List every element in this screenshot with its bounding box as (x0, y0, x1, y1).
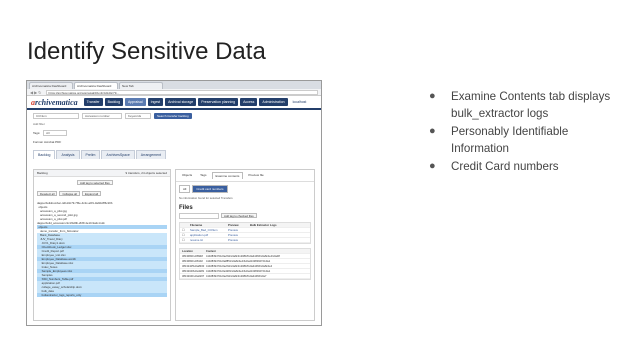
nav-backlog[interactable]: Backlog (104, 98, 124, 106)
files-table: Filename Preview Bulk Extractor Logs ☐ Sa… (179, 222, 311, 244)
nav-access[interactable]: Access (240, 98, 258, 106)
add-tag-checked-button[interactable]: Add tag to checked files (221, 213, 257, 218)
nav-transfer[interactable]: Transfer (83, 98, 103, 106)
browser-tab[interactable]: Archivematica Dashboard (29, 82, 73, 89)
tab-analysis[interactable]: Analysis (56, 150, 80, 159)
selection-count: 9 transfers, 24 objects selected (125, 171, 167, 175)
nav-arrows-icon[interactable]: ◀▶↻ (30, 90, 43, 95)
tags-select[interactable]: All (43, 130, 68, 136)
browser-tab[interactable]: New Tab (119, 82, 163, 89)
tab-tags[interactable]: Tags (197, 172, 209, 179)
files-filter-input[interactable] (179, 213, 219, 219)
examine-subtabs: All Credit card numbers (176, 182, 314, 196)
nav-administration[interactable]: Administration (259, 98, 288, 106)
bullet-item: ● Credit Card numbers (429, 160, 559, 173)
bullet-dot-icon: ● (429, 160, 436, 172)
add-tag-button[interactable]: Add tag to selected files (77, 180, 113, 185)
search-input[interactable]: CCNum (33, 113, 79, 119)
search-backlog-button[interactable]: Search transfer backlog (154, 113, 192, 119)
deselect-all-button[interactable]: Deselect all (37, 191, 58, 196)
details-tabs: Objects Tags Examine contents Preview fi… (176, 170, 314, 182)
tab-objects[interactable]: Objects (179, 172, 195, 179)
search-row: CCNum Accession number Keywords Search t… (27, 110, 321, 122)
backlog-title: Backlog (37, 171, 48, 175)
address-input[interactable]: https://archivematica.org/appraisal/#/un… (45, 89, 318, 95)
context-row: 38132041\x0a0207 4132839474\x0a2f11\x0a8c… (180, 274, 310, 279)
expand-all-button[interactable]: Expand all (81, 191, 101, 196)
slide-title: Identify Sensitive Data (27, 38, 266, 65)
tags-label: Tags: (33, 131, 41, 135)
row-checkbox[interactable]: ☐ (182, 238, 190, 243)
search-field-select[interactable]: Accession number (82, 113, 122, 119)
tags-row: Tags: All (27, 128, 321, 138)
backlog-tree: dapperbuildnumber-4d1d4c79-7f6e-4c2c-a0f… (34, 199, 170, 299)
bullet-dot-icon: ● (429, 125, 436, 137)
info-note: No information found for selected Transf… (179, 196, 233, 200)
filename-link[interactable]: resume.txt (190, 238, 228, 243)
nav-appraisal[interactable]: Appraisal (125, 98, 146, 106)
search-operator-select[interactable]: Keywords (125, 113, 151, 119)
tree-item[interactable]: bulkextractor_logs_reports_only (37, 293, 167, 297)
tab-backlog[interactable]: Backlog (33, 150, 56, 159)
format-label[interactable]: Format: Acrobat PDF (33, 140, 61, 144)
app-navbar: archivematica Transfer Backlog Appraisal… (27, 96, 321, 110)
details-pane: Objects Tags Examine contents Preview fi… (175, 169, 315, 321)
nav-archival-storage[interactable]: Archival storage (165, 98, 197, 106)
archivematica-logo[interactable]: archivematica (31, 98, 78, 107)
nav-preservation-planning[interactable]: Preservation planning (198, 98, 239, 106)
appraisal-tabs: Backlog Analysis Prelim ArchivesSpace Ar… (27, 146, 321, 159)
embedded-screenshot: Archivematica Dashboard Archivematica Da… (26, 80, 322, 326)
files-heading: Files (179, 205, 193, 211)
browser-tab-bar: Archivematica Dashboard Archivematica Da… (27, 81, 321, 89)
backlog-pane: Backlog 9 transfers, 24 objects selected… (33, 169, 171, 321)
tab-arrangement[interactable]: Arrangement (135, 150, 167, 159)
browser-tab-active[interactable]: Archivematica Dashboard (74, 82, 118, 89)
table-row[interactable]: ☐ resume.txt Preview (180, 238, 310, 243)
nav-ingest[interactable]: Ingest (147, 98, 164, 106)
tab-prelim[interactable]: Prelim (80, 150, 101, 159)
browser-url-bar: ◀▶↻ https://archivematica.org/appraisal/… (27, 89, 321, 96)
panes: Backlog 9 transfers, 24 objects selected… (33, 169, 315, 321)
subtab-credit-card-numbers[interactable]: Credit card numbers (192, 185, 228, 193)
format-filter: Format: Acrobat PDF (27, 138, 321, 146)
backlog-pane-header: Backlog 9 transfers, 24 objects selected (34, 170, 170, 177)
bullet-item: ● Personably Identifiable Information (429, 125, 569, 155)
backlog-buttons-2: Deselect all Collapse all Expand all (34, 188, 170, 199)
tab-examine-contents[interactable]: Examine contents (211, 172, 244, 179)
nav-user[interactable]: localhost (290, 98, 310, 106)
context-table: Location Context 38130821\x08948 41328394… (179, 248, 311, 280)
tab-archivesspace[interactable]: ArchivesSpace (101, 150, 135, 159)
bullet-dot-icon: ● (429, 90, 436, 102)
bullet-list: ● Examine Contents tab displays bulk_extr… (426, 88, 626, 176)
files-filter-row: Add tag to checked files (176, 213, 314, 222)
subtab-all[interactable]: All (179, 185, 191, 193)
preview-link[interactable]: Preview (228, 238, 250, 243)
collapse-all-button[interactable]: Collapse all (59, 191, 80, 196)
bullet-item: ● Examine Contents tab displays bulk_extr… (429, 90, 611, 120)
tab-preview-file[interactable]: Preview file (245, 172, 266, 179)
backlog-buttons: Add tag to selected files (34, 177, 170, 188)
